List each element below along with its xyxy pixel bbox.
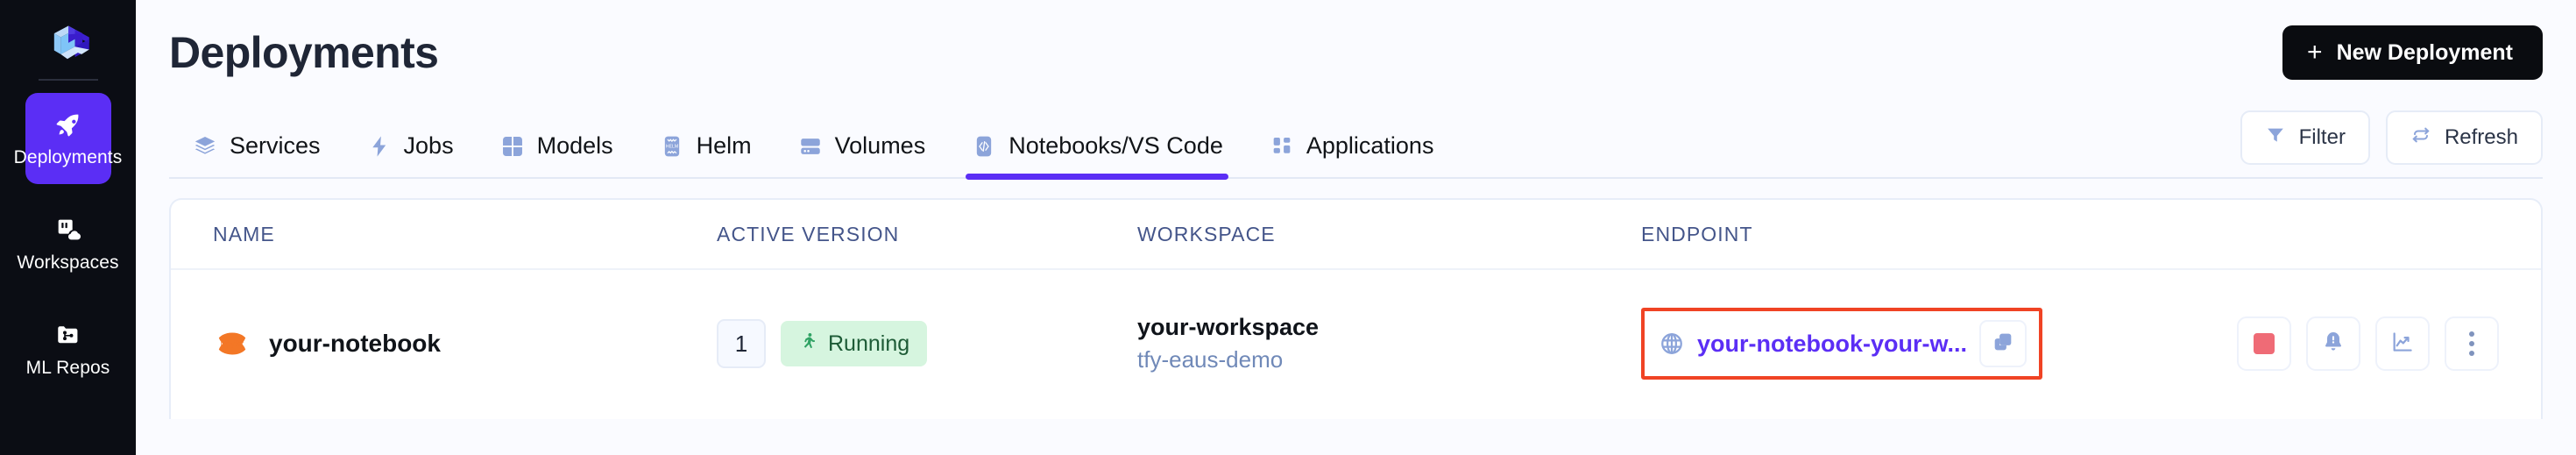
tab-services[interactable]: Services [169, 132, 343, 177]
svg-text:HELM: HELM [666, 144, 678, 149]
globe-icon [1659, 331, 1685, 357]
copy-icon [1992, 331, 2014, 358]
tab-applications[interactable]: Applications [1246, 132, 1457, 177]
tab-bar: Services Jobs Models HELM Helm Volumes N… [169, 98, 2543, 180]
tab-volumes[interactable]: Volumes [775, 132, 949, 177]
new-deployment-button[interactable]: + New Deployment [2282, 25, 2543, 80]
tab-models[interactable]: Models [477, 132, 636, 177]
cell-name: jupyter your-notebook [213, 324, 717, 363]
cell-endpoint: your-notebook-your-w... [1641, 308, 2237, 380]
bolt-icon [366, 133, 393, 160]
stop-square-icon [2254, 333, 2275, 354]
deployment-name[interactable]: your-notebook [269, 330, 441, 358]
sidebar-item-label: Deployments [13, 146, 123, 167]
more-button[interactable] [2445, 316, 2499, 371]
tab-label: Services [230, 132, 321, 159]
tab-label: Models [536, 132, 613, 159]
row-actions [2237, 316, 2499, 371]
status-badge: Running [781, 321, 928, 366]
bell-alert-icon [2321, 330, 2346, 359]
code-brackets-icon [971, 133, 997, 160]
stop-button[interactable] [2237, 316, 2291, 371]
tab-label: Helm [696, 132, 752, 159]
grid-icon [499, 133, 526, 160]
status-label: Running [828, 331, 910, 356]
tab-helm[interactable]: HELM Helm [636, 132, 775, 177]
endpoint-highlight-annotation: your-notebook-your-w... [1641, 308, 2042, 380]
jupyter-icon: jupyter [213, 324, 251, 363]
sidebar-item-workspaces[interactable]: Workspaces [17, 198, 118, 289]
app-logo[interactable] [25, 12, 112, 75]
volume-disk-icon [797, 133, 824, 160]
column-header-active-version: ACTIVE VERSION [717, 222, 900, 245]
plus-icon: + [2307, 38, 2323, 67]
funnel-icon [2265, 124, 2286, 152]
sidebar: Deployments Workspaces ML Repos [0, 0, 136, 455]
filter-label: Filter [2298, 125, 2346, 149]
tab-notebooks-vs-code[interactable]: Notebooks/VS Code [948, 132, 1246, 180]
repo-folder-icon [53, 320, 83, 350]
version-badge[interactable]: 1 [717, 319, 766, 368]
tab-label: Notebooks/VS Code [1008, 132, 1223, 159]
layers-icon [192, 133, 218, 160]
refresh-label: Refresh [2444, 125, 2518, 149]
workspace-cloud-icon [53, 215, 83, 245]
tab-label: Jobs [403, 132, 454, 159]
filter-button[interactable]: Filter [2240, 110, 2370, 165]
deployments-table: NAME ACTIVE VERSION WORKSPACE ENDPOINT j… [169, 198, 2543, 419]
metrics-button[interactable] [2375, 316, 2430, 371]
sidebar-item-label: ML Repos [25, 357, 110, 378]
truefoundry-cube-logo-icon [53, 25, 89, 60]
apps-grid-icon [1269, 133, 1295, 160]
table-header-row: NAME ACTIVE VERSION WORKSPACE ENDPOINT [171, 200, 2541, 270]
refresh-icon [2410, 124, 2431, 152]
line-chart-icon [2390, 330, 2415, 359]
column-header-workspace: WORKSPACE [1137, 222, 1276, 245]
main-content: Deployments + New Deployment Services Jo… [136, 0, 2576, 455]
app-root: Deployments Workspaces ML Repos Deployme… [0, 0, 2576, 455]
helm-icon: HELM [659, 133, 685, 160]
svg-text:jupyter: jupyter [220, 339, 244, 348]
page-header: Deployments + New Deployment [169, 0, 2543, 98]
table-row[interactable]: jupyter your-notebook 1 Running your-wor… [171, 270, 2541, 417]
tab-label: Applications [1306, 132, 1434, 159]
cell-active-version: 1 Running [717, 319, 1137, 368]
running-person-icon [798, 331, 817, 357]
copy-endpoint-button[interactable] [1978, 320, 2027, 367]
three-dots-icon [2469, 331, 2474, 356]
sidebar-item-label: Workspaces [17, 252, 119, 273]
workspace-name: your-workspace [1137, 314, 1320, 340]
column-header-name: NAME [213, 222, 275, 245]
column-header-endpoint: ENDPOINT [1641, 222, 1753, 245]
workspace-cluster: tfy-eaus-demo [1137, 346, 1284, 373]
alerts-button[interactable] [2306, 316, 2360, 371]
tab-jobs[interactable]: Jobs [343, 132, 477, 177]
rocket-icon [53, 110, 83, 139]
sidebar-item-deployments[interactable]: Deployments [14, 93, 122, 184]
tab-label: Volumes [834, 132, 926, 159]
refresh-button[interactable]: Refresh [2385, 110, 2543, 165]
endpoint-link[interactable]: your-notebook-your-w... [1697, 331, 1967, 358]
new-deployment-label: New Deployment [2336, 39, 2513, 65]
tab-list: Services Jobs Models HELM Helm Volumes N… [169, 132, 1457, 180]
sidebar-item-ml-repos[interactable]: ML Repos [25, 303, 111, 395]
page-title: Deployments [169, 28, 439, 77]
tab-actions: Filter Refresh [2240, 110, 2543, 177]
sidebar-divider [38, 79, 98, 81]
cell-workspace: your-workspace tfy-eaus-demo [1137, 314, 1641, 373]
